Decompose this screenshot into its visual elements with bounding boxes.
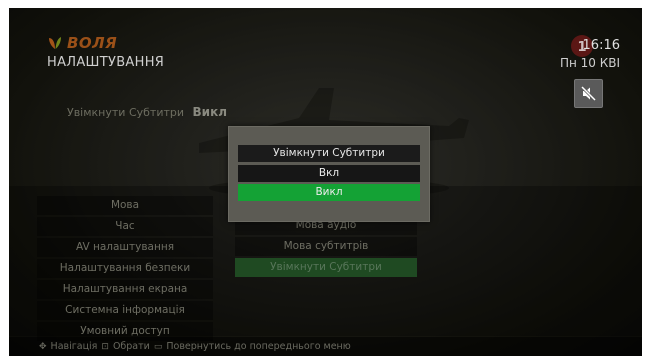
menu-item-time[interactable]: Час	[37, 217, 213, 236]
footer-back-label: Повернутись до попереднього меню	[166, 341, 351, 352]
subtitle-status-label: Увімкнути Субтитри	[67, 106, 185, 119]
page-title: НАЛАШТУВАННЯ	[47, 55, 165, 70]
clock-time: 16:16	[582, 38, 620, 53]
menu-item-system-info[interactable]: Системна інформація	[37, 301, 213, 320]
speaker-muted-icon	[580, 85, 597, 102]
submenu-item-enable-subtitles[interactable]: Увімкнути Субтитри	[235, 258, 417, 277]
footer-hints: ✥ Навігація ⊡ Обрати ▭ Повернутись до по…	[9, 337, 642, 356]
settings-menu: Мова Час AV налаштування Налаштування бе…	[37, 196, 213, 343]
subtitle-status-value: Викл	[192, 105, 228, 119]
brand-name: ВОЛЯ	[67, 34, 118, 52]
clock-date: Пн 10 КВІ	[559, 56, 620, 70]
menu-item-av-settings[interactable]: AV налаштування	[37, 238, 213, 257]
tv-screen: ВОЛЯ НАЛАШТУВАННЯ 1 16:16 Пн 10 КВІ Увім…	[9, 8, 642, 356]
dialog-option-off[interactable]: Викл	[238, 184, 420, 201]
subtitle-status: Увімкнути Субтитри Викл	[67, 105, 227, 119]
menu-item-security[interactable]: Налаштування безпеки	[37, 259, 213, 278]
mute-indicator	[574, 79, 603, 108]
language-submenu: Мова аудіо Мова субтитрів Увімкнути Субт…	[235, 216, 417, 279]
dialog-option-on[interactable]: Вкл	[238, 165, 420, 182]
brand-logo: ВОЛЯ	[47, 34, 117, 52]
menu-item-screen[interactable]: Налаштування екрана	[37, 280, 213, 299]
dialog-title: Увімкнути Субтитри	[238, 145, 420, 162]
menu-item-language[interactable]: Мова	[37, 196, 213, 215]
ok-button-icon: ⊡	[101, 341, 109, 352]
footer-nav-label: Навігація	[50, 341, 98, 352]
navigation-arrows-icon: ✥	[39, 341, 47, 352]
submenu-item-subtitle-language[interactable]: Мова субтитрів	[235, 237, 417, 256]
footer-select-label: Обрати	[112, 341, 150, 352]
subtitle-dialog: Увімкнути Субтитри Вкл Викл	[228, 126, 430, 222]
brand-leaf-icon	[49, 37, 61, 49]
back-button-icon: ▭	[153, 341, 163, 352]
